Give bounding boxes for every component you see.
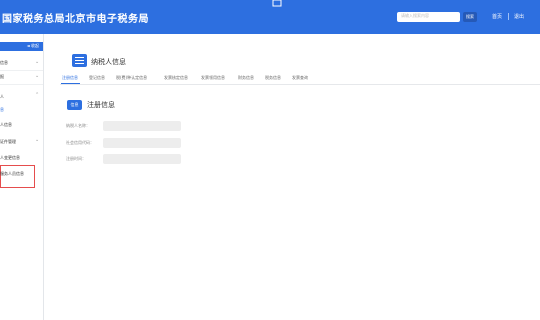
field-label: 纳税人名称： <box>66 123 90 128</box>
exit-link[interactable]: 退出 <box>514 13 524 20</box>
field-value-blurred <box>103 138 181 148</box>
chevron-up-icon: ⌃ <box>35 92 40 98</box>
sidebar-item-2[interactable]: 人 <box>0 94 4 100</box>
tab-2[interactable]: 税(费)种认定信息 <box>116 75 147 81</box>
search-input[interactable]: 请输入搜索内容 <box>397 12 460 22</box>
page-title: 纳税人信息 <box>91 58 126 66</box>
field-label: 注册时间： <box>66 156 86 161</box>
home-link[interactable]: 首页 <box>492 13 502 20</box>
tab-5[interactable]: 财务信息 <box>238 75 254 81</box>
section-badge: 信息 <box>67 100 82 110</box>
tab-4[interactable]: 发票领用信息 <box>201 75 225 81</box>
main-panel: 纳税人信息 注册信息 登记信息 税(费)种认定信息 发票核定信息 发票领用信息 … <box>44 34 540 320</box>
sidebar-item-5[interactable]: 证件管理 <box>0 139 16 145</box>
search-placeholder: 请输入搜索内容 <box>401 13 429 18</box>
divider <box>60 84 540 85</box>
chevron-down-icon: ⌄ <box>35 73 40 79</box>
field-label: 社会信用代码： <box>66 140 94 145</box>
sidebar-item-0[interactable]: 信息 <box>0 60 8 66</box>
divider <box>0 84 43 85</box>
search-button[interactable]: 搜索 <box>463 12 477 22</box>
tab-0[interactable]: 注册信息 <box>62 75 78 81</box>
tab-1[interactable]: 登记信息 <box>89 75 105 81</box>
field-value-blurred <box>103 154 181 164</box>
sidebar-item-7[interactable]: 服务人员信息 <box>0 171 24 177</box>
site-title: 国家税务总局北京市电子税务局 <box>2 14 149 25</box>
tab-3[interactable]: 发票核定信息 <box>164 75 188 81</box>
top-bar: 国家税务总局北京市电子税务局 请输入搜索内容 搜索 首页 退出 <box>0 0 540 34</box>
divider <box>0 70 43 71</box>
section-title: 注册信息 <box>87 101 115 109</box>
field-value-blurred <box>103 121 181 131</box>
sidebar: ◄ 收起 信息 ⌄ 报 ⌄ 人 ⌃ 息 人信息 证件管理 ⌄ 人变更信息 服务人… <box>0 34 44 320</box>
sidebar-item-4[interactable]: 人信息 <box>0 122 12 128</box>
sidebar-collapse-button[interactable]: ◄ 收起 <box>27 43 39 49</box>
sidebar-item-3[interactable]: 息 <box>0 107 4 113</box>
tab-6[interactable]: 税务信息 <box>265 75 281 81</box>
sidebar-item-6[interactable]: 人变更信息 <box>0 155 20 161</box>
document-icon <box>72 54 87 67</box>
sidebar-item-1[interactable]: 报 <box>0 74 4 80</box>
tab-7[interactable]: 发票查询 <box>292 75 308 81</box>
chevron-down-icon: ⌄ <box>35 59 40 65</box>
window-icon <box>272 0 282 7</box>
divider <box>508 13 509 20</box>
sidebar-header: ◄ 收起 <box>0 42 43 51</box>
chevron-down-icon: ⌄ <box>35 137 40 143</box>
